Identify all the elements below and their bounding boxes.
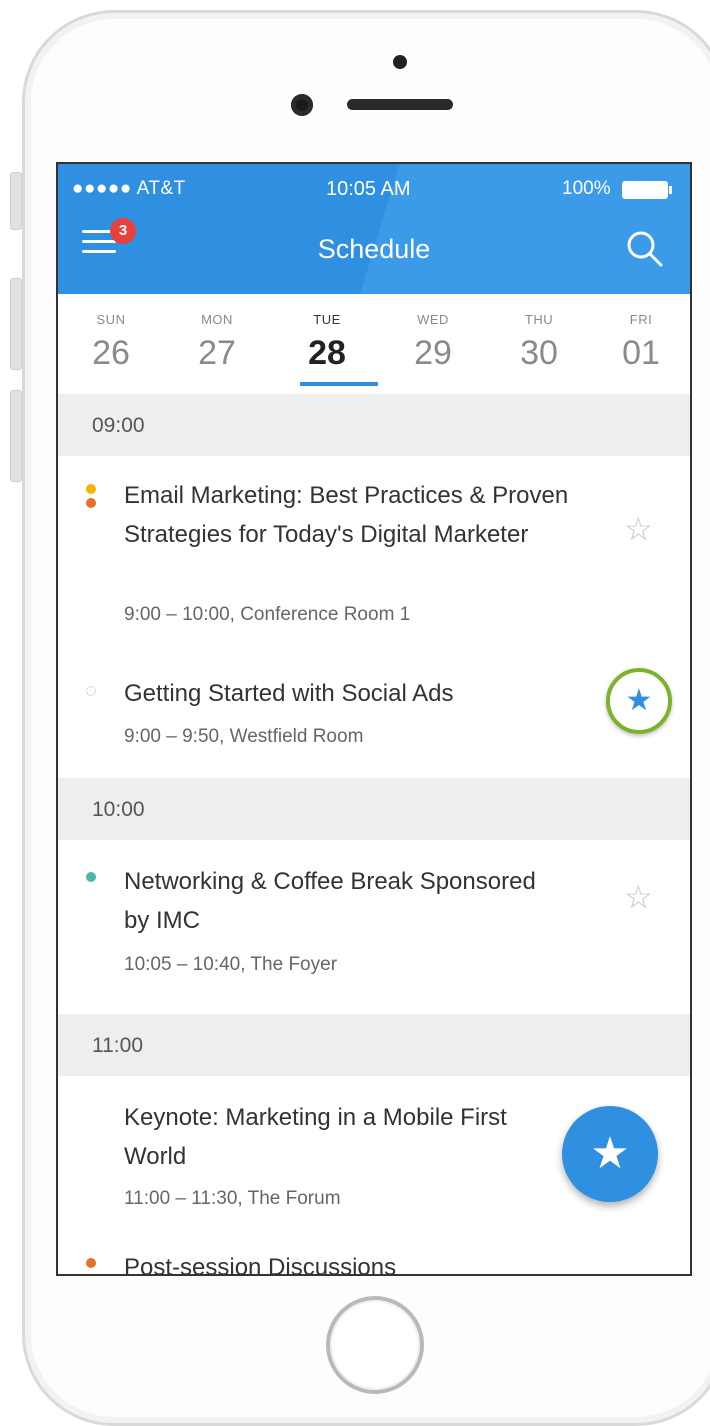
favorites-fab-button[interactable]: ★ xyxy=(562,1106,658,1202)
session-time-location: 11:00 – 11:30, The Forum xyxy=(124,1188,341,1209)
session-time-location: 9:00 – 10:00, Conference Room 1 xyxy=(124,604,411,625)
day-name: TUE xyxy=(313,312,341,327)
star-filled-icon: ★ xyxy=(590,1129,630,1178)
session-item[interactable]: Networking & Coffee Break Sponsored by I… xyxy=(58,840,690,1004)
day-sun[interactable]: SUN 26 xyxy=(66,294,156,394)
section-time: 09:00 xyxy=(92,414,145,437)
section-time: 11:00 xyxy=(92,1034,143,1057)
app-screen: ●●●●● AT&T 10:05 AM 100% 3 Schedule SUN … xyxy=(56,162,692,1276)
time-section-header: 10:00 xyxy=(58,778,690,840)
battery-percent: 100% xyxy=(562,178,611,199)
day-number: 27 xyxy=(198,334,236,372)
day-name: MON xyxy=(201,312,233,327)
session-title: Networking & Coffee Break Sponsored by I… xyxy=(124,868,536,934)
section-time: 10:00 xyxy=(92,798,145,821)
track-color-dot xyxy=(86,686,96,696)
day-name: SUN xyxy=(96,312,126,327)
mute-switch xyxy=(10,172,22,230)
track-color-dot xyxy=(86,1258,96,1268)
session-title: Getting Started with Social Ads xyxy=(124,680,454,707)
day-picker: SUN 26 MON 27 TUE 28 WED 29 THU 30 FRI 0… xyxy=(58,294,690,395)
page-title: Schedule xyxy=(317,234,431,264)
day-mon[interactable]: MON 27 xyxy=(172,294,262,394)
day-number: 28 xyxy=(308,334,346,372)
home-button[interactable] xyxy=(326,1296,424,1394)
day-name: FRI xyxy=(629,312,653,327)
volume-up-button xyxy=(10,278,22,370)
day-number: 30 xyxy=(520,334,558,372)
day-fri[interactable]: FRI 01 xyxy=(596,294,686,394)
day-name: WED xyxy=(417,312,449,327)
battery-icon xyxy=(622,181,672,199)
track-color-dot xyxy=(86,872,96,882)
session-title: Keynote: Marketing in a Mobile First Wor… xyxy=(124,1104,507,1170)
starred-toggle[interactable]: ★ xyxy=(606,668,672,734)
day-name: THU xyxy=(524,312,554,327)
volume-down-button xyxy=(10,390,22,482)
app-header: ●●●●● AT&T 10:05 AM 100% 3 Schedule xyxy=(58,164,690,294)
carrier-label: ●●●●● AT&T xyxy=(72,178,186,199)
clock: 10:05 AM xyxy=(326,178,411,200)
session-time-location: 10:05 – 10:40, The Foyer xyxy=(124,954,338,975)
front-camera xyxy=(291,94,313,116)
proximity-sensor xyxy=(393,55,407,69)
session-title: Post-session Discussions xyxy=(124,1254,397,1276)
day-thu[interactable]: THU 30 xyxy=(494,294,584,394)
star-filled-icon: ★ xyxy=(625,684,653,717)
search-icon[interactable] xyxy=(624,228,664,268)
star-icon[interactable]: ☆ xyxy=(624,878,653,916)
star-icon[interactable]: ☆ xyxy=(624,510,653,548)
session-title: Email Marketing: Best Practices & Proven… xyxy=(124,482,569,548)
session-item[interactable]: Post-session Discussions xyxy=(58,1246,690,1276)
day-number: 29 xyxy=(414,334,452,372)
time-section-header: 11:00 xyxy=(58,1014,690,1076)
notification-badge: 3 xyxy=(110,218,136,244)
session-time-location: 9:00 – 9:50, Westfield Room xyxy=(124,726,364,747)
day-number: 26 xyxy=(92,334,130,372)
session-item[interactable]: Email Marketing: Best Practices & Proven… xyxy=(58,456,690,656)
time-section-header: 09:00 xyxy=(58,394,690,456)
day-wed[interactable]: WED 29 xyxy=(388,294,478,394)
day-tue-selected[interactable]: TUE 28 xyxy=(282,294,372,394)
session-item[interactable]: Getting Started with Social Ads 9:00 – 9… xyxy=(58,656,690,778)
selected-day-indicator xyxy=(300,382,378,386)
day-number: 01 xyxy=(622,334,660,372)
track-color-dot xyxy=(86,498,96,508)
track-color-dot xyxy=(86,484,96,494)
earpiece-speaker xyxy=(347,99,453,110)
